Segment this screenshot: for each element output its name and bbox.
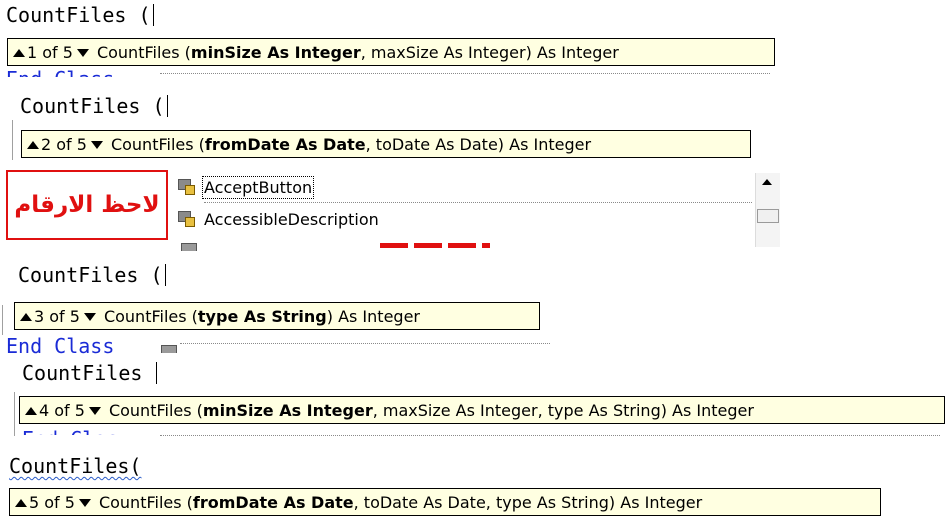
method-signature: CountFiles (fromDate As Date, toDate As …: [98, 492, 703, 512]
previous-overload-arrow-icon[interactable]: [19, 310, 32, 323]
text-caret: [164, 264, 166, 286]
overload-counter: 1 of 5: [27, 42, 73, 62]
previous-overload-arrow-icon[interactable]: [12, 46, 25, 59]
text-caret: [156, 362, 158, 384]
next-overload-arrow-icon[interactable]: [76, 46, 89, 59]
end-class-line-3: End Class: [6, 334, 115, 358]
current-parameter: type As String: [197, 306, 327, 326]
outline-margin-line: [12, 120, 13, 160]
previous-overload-arrow-icon[interactable]: [26, 138, 39, 151]
parameter-info-tooltip-1: 1 of 5 CountFiles (minSize As Integer, m…: [7, 38, 775, 66]
property-icon: [176, 177, 198, 197]
end-class-line-1: End Class: [6, 67, 114, 77]
list-item-accessibledescription[interactable]: AccessibleDescription: [176, 207, 756, 231]
member-icon: [158, 343, 178, 353]
clipped-red-text: [380, 243, 490, 248]
next-overload-arrow-icon[interactable]: [88, 404, 101, 417]
divider-dotted: [160, 435, 940, 436]
code-line-3[interactable]: CountFiles (: [18, 263, 166, 287]
list-selection-border: [204, 202, 752, 203]
overload-counter: 2 of 5: [41, 134, 87, 154]
method-icon: [178, 241, 198, 251]
overload-counter: 3 of 5: [34, 306, 80, 326]
previous-overload-arrow-icon[interactable]: [14, 496, 27, 509]
code-line-1[interactable]: CountFiles (: [6, 3, 154, 27]
outline-margin-line: [2, 305, 3, 335]
code-line-4[interactable]: CountFiles: [22, 361, 158, 385]
current-parameter: minSize As Integer: [190, 42, 361, 62]
overload-counter: 5 of 5: [29, 492, 75, 512]
code-line-5[interactable]: CountFiles(: [9, 454, 141, 478]
method-signature: CountFiles (fromDate As Date, toDate As …: [110, 134, 592, 154]
scroll-up-arrow-icon[interactable]: [762, 179, 772, 185]
parameter-info-tooltip-5: 5 of 5 CountFiles (fromDate As Date, toD…: [9, 488, 881, 516]
property-icon: [176, 209, 198, 229]
code-line-2[interactable]: CountFiles (: [20, 94, 168, 118]
method-signature: CountFiles (minSize As Integer, maxSize …: [96, 42, 619, 62]
outline-margin-line: [14, 392, 15, 436]
divider-dotted: [180, 343, 550, 344]
parameter-info-tooltip-4: 4 of 5 CountFiles (minSize As Integer, m…: [19, 396, 945, 424]
current-parameter: fromDate As Date: [192, 492, 354, 512]
current-parameter: fromDate As Date: [204, 134, 366, 154]
end-class-line-4: End Clas: [22, 427, 118, 435]
next-overload-arrow-icon[interactable]: [90, 138, 103, 151]
next-overload-arrow-icon[interactable]: [78, 496, 91, 509]
text-caret: [166, 95, 168, 117]
parameter-info-tooltip-2: 2 of 5 CountFiles (fromDate As Date, toD…: [21, 130, 751, 158]
member-list-scrollbar[interactable]: [755, 173, 780, 247]
next-overload-arrow-icon[interactable]: [83, 310, 96, 323]
annotation-note: لاحظ الارقام: [6, 170, 168, 240]
previous-overload-arrow-icon[interactable]: [24, 404, 37, 417]
list-item-acceptbutton[interactable]: AcceptButton: [176, 175, 756, 199]
divider-dotted: [160, 73, 770, 74]
method-signature: CountFiles (minSize As Integer, maxSize …: [108, 400, 754, 420]
scroll-thumb[interactable]: [757, 209, 779, 223]
current-parameter: minSize As Integer: [202, 400, 373, 420]
member-completion-list[interactable]: AcceptButton AccessibleDescription: [176, 167, 780, 247]
method-signature: CountFiles (type As String) As Integer: [103, 306, 420, 326]
parameter-info-tooltip-3: 3 of 5 CountFiles (type As String) As In…: [14, 302, 540, 330]
text-caret: [152, 4, 154, 26]
overload-counter: 4 of 5: [39, 400, 85, 420]
